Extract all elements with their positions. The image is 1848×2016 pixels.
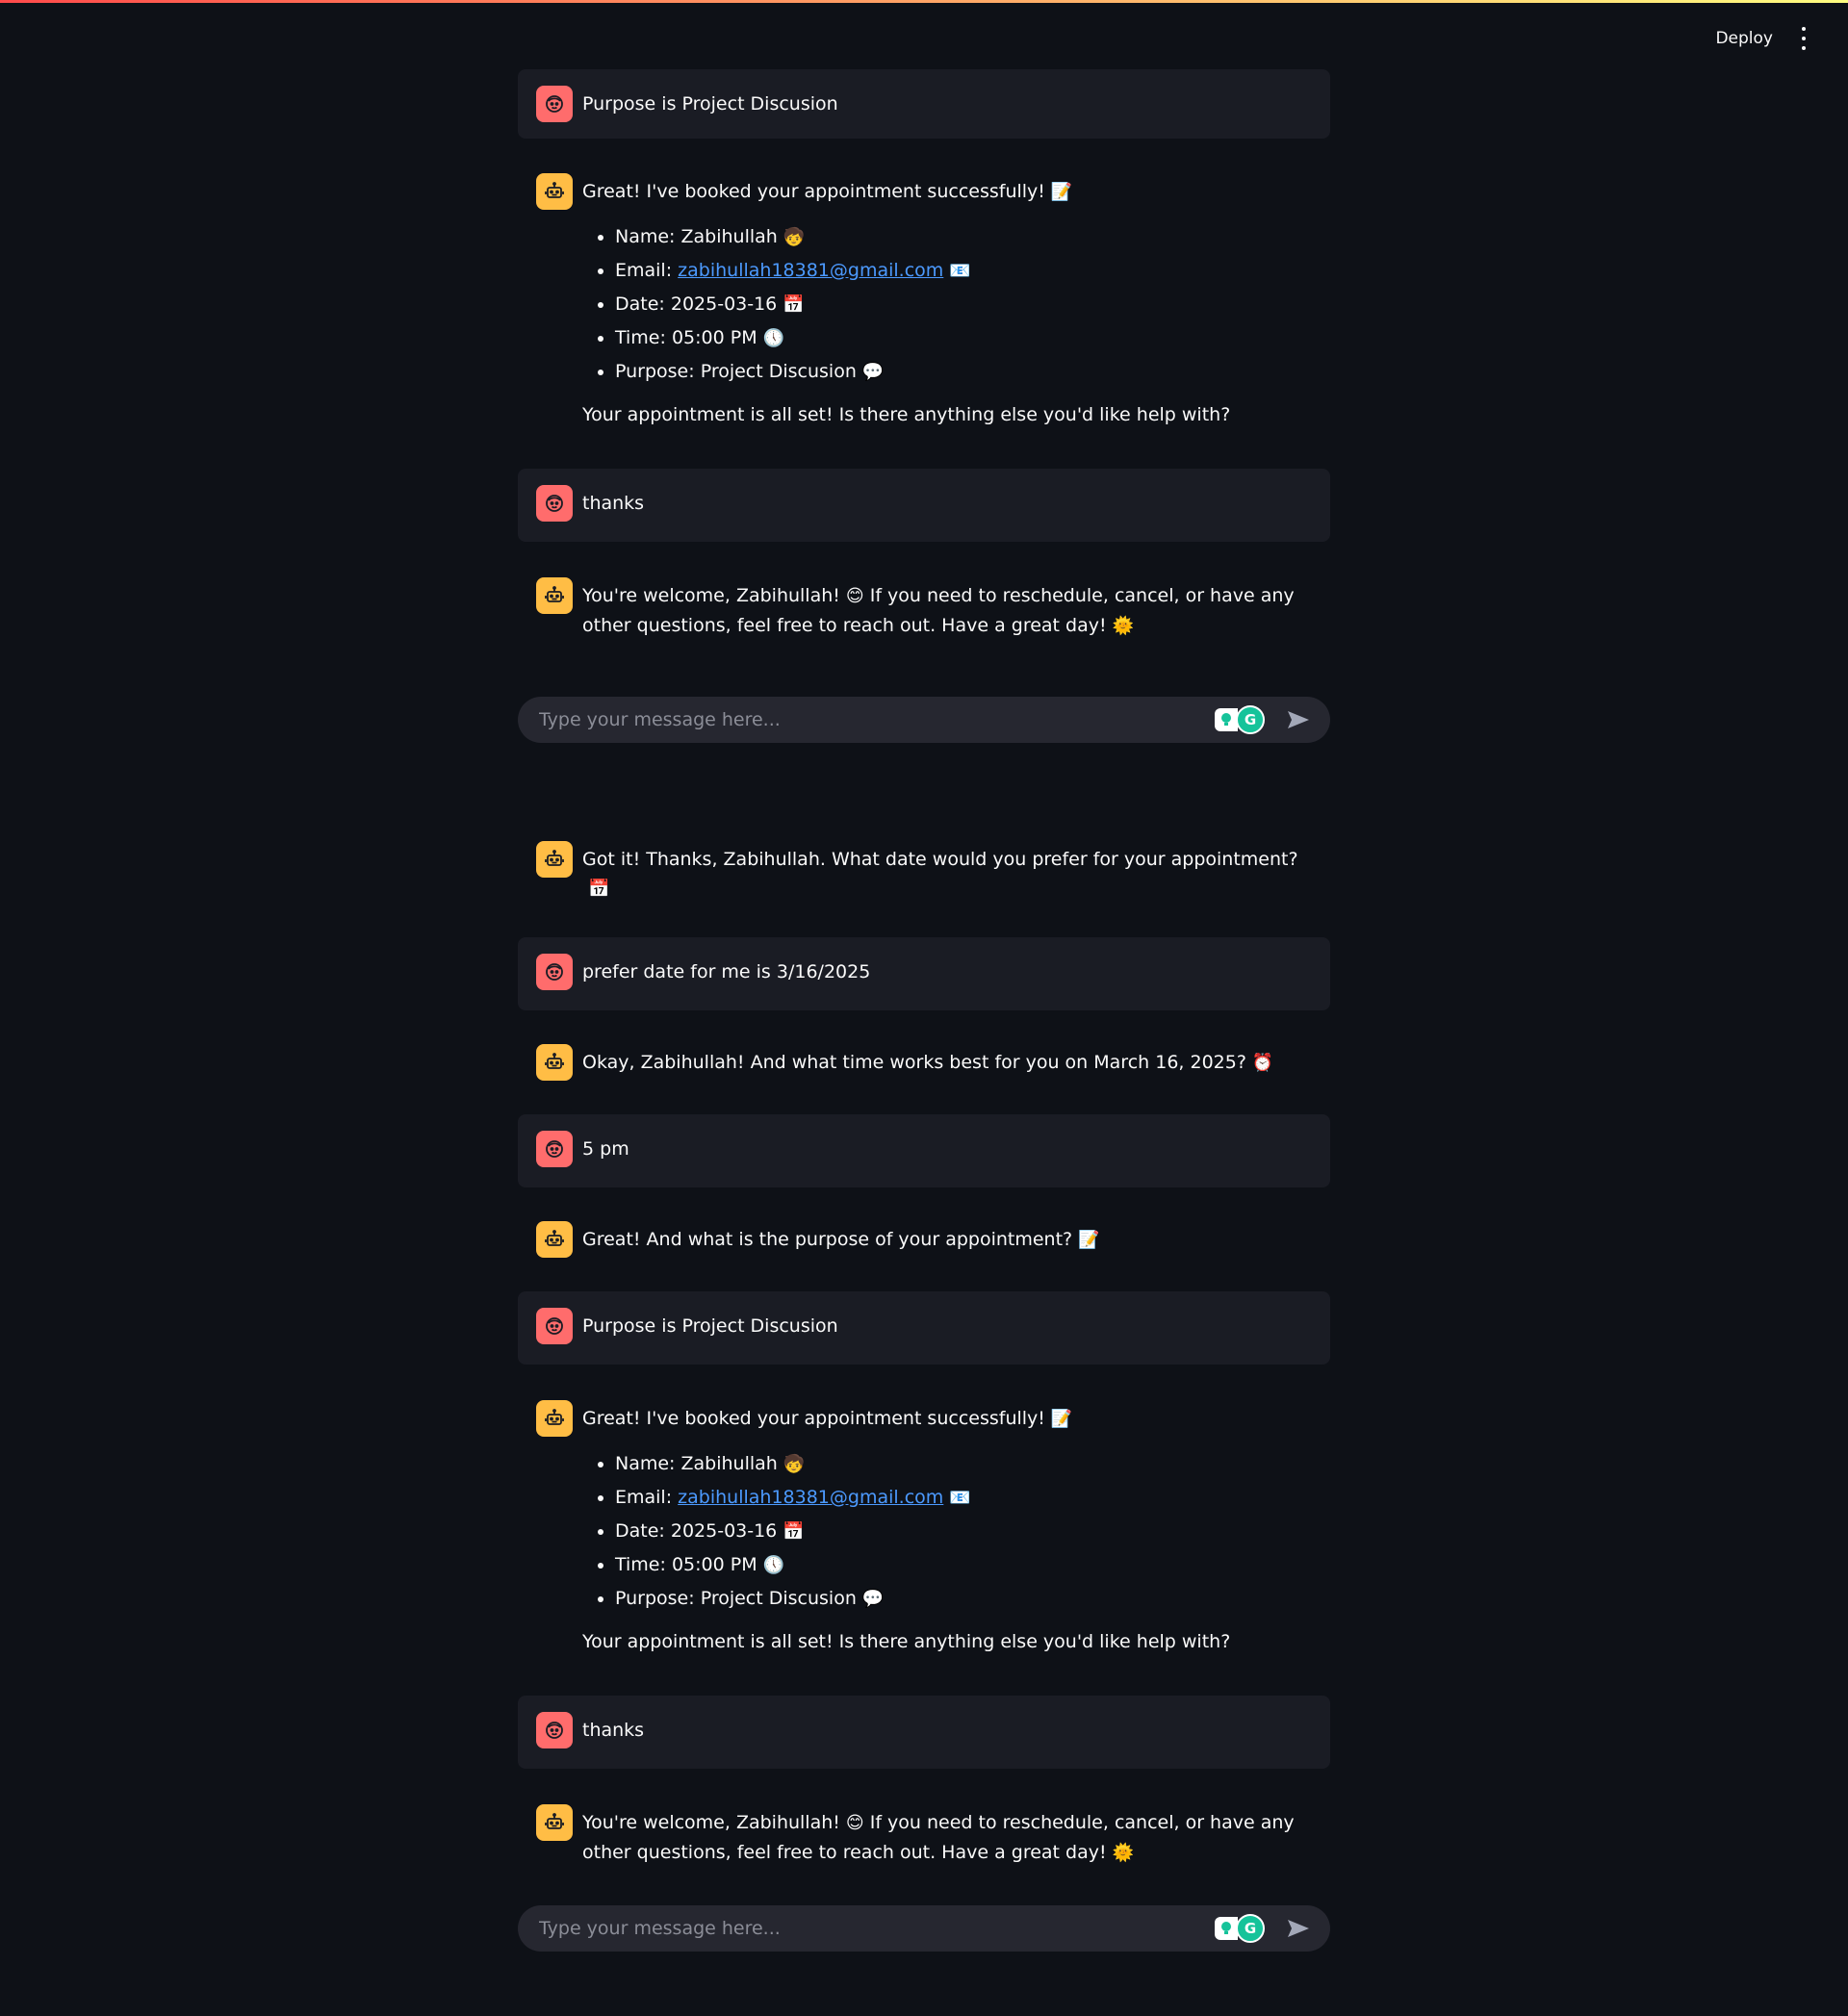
user-avatar-icon <box>536 1712 573 1748</box>
top-decoration-bar <box>0 0 1848 3</box>
message-text: Great! I've booked your appointment succ… <box>582 1408 1045 1429</box>
sun-emoji-icon: 🌞 <box>1112 616 1135 636</box>
memo-emoji-icon: 📝 <box>1078 1230 1100 1250</box>
user-message: 5 pm <box>518 1114 1330 1187</box>
email-link[interactable]: zabihullah18381@gmail.com <box>678 1487 943 1508</box>
lightbulb-icon[interactable] <box>1215 708 1238 731</box>
list-item: Time: 05:00 PM🕔 <box>615 1548 1230 1582</box>
message-text: Purpose is Project Discusion <box>582 93 838 115</box>
user-avatar-icon <box>536 86 573 122</box>
message-text: Your appointment is all set! Is there an… <box>582 1631 1231 1652</box>
person-emoji-icon: 🧒 <box>783 227 806 247</box>
user-avatar-icon <box>536 1131 573 1167</box>
assistant-message: Great! And what is the purpose of your a… <box>518 1205 1330 1274</box>
assistant-message: Okay, Zabihullah! And what time works be… <box>518 1028 1330 1097</box>
user-avatar-icon <box>536 485 573 522</box>
assistant-message: Great! I've booked your appointment succ… <box>518 1384 1330 1672</box>
message-text: thanks <box>582 1720 645 1741</box>
smile-emoji-icon: 😊 <box>845 1813 864 1833</box>
list-item: Purpose: Project Discusion💬 <box>615 1582 1230 1616</box>
list-item: Purpose: Project Discusion💬 <box>615 355 1230 389</box>
list-item: Email: zabihullah18381@gmail.com📧 <box>615 254 1230 288</box>
message-text: Okay, Zabihullah! And what time works be… <box>582 1052 1246 1073</box>
appointment-details-list: Name: Zabihullah🧒 Email: zabihullah18381… <box>582 220 1230 389</box>
alarm-clock-emoji-icon: ⏰ <box>1251 1053 1274 1073</box>
bot-avatar-icon <box>536 173 573 210</box>
bot-avatar-icon <box>536 1804 573 1841</box>
list-item: Time: 05:00 PM🕔 <box>615 321 1230 355</box>
bot-avatar-icon <box>536 1400 573 1437</box>
assistant-message: Great! I've booked your appointment succ… <box>518 157 1330 446</box>
chat-input-bar: G <box>518 1905 1330 1952</box>
message-text: You're welcome, Zabihullah! <box>582 585 840 606</box>
grammarly-widget[interactable]: G <box>1215 705 1265 734</box>
calendar-emoji-icon: 📅 <box>588 879 610 899</box>
envelope-emoji-icon: 📧 <box>949 261 971 281</box>
assistant-message: You're welcome, Zabihullah! 😊 If you need… <box>518 561 1330 657</box>
memo-emoji-icon: 📝 <box>1050 1409 1073 1429</box>
chat-history-top: Purpose is Project Discusion Great! I've… <box>518 69 1330 657</box>
message-text: Your appointment is all set! Is there an… <box>582 404 1231 425</box>
message-text: You're welcome, Zabihullah! <box>582 1812 840 1833</box>
sun-emoji-icon: 🌞 <box>1112 1843 1135 1863</box>
envelope-emoji-icon: 📧 <box>949 1488 971 1508</box>
message-text: Purpose is Project Discusion <box>582 1315 838 1337</box>
assistant-message: Got it! Thanks, Zabihullah. What date wo… <box>518 825 1330 920</box>
list-item: Email: zabihullah18381@gmail.com📧 <box>615 1481 1230 1515</box>
lightbulb-icon[interactable] <box>1215 1917 1238 1940</box>
calendar-emoji-icon: 📅 <box>783 1521 805 1542</box>
chat-input[interactable] <box>537 1917 1215 1940</box>
message-text: 5 pm <box>582 1138 629 1160</box>
person-emoji-icon: 🧒 <box>783 1454 806 1474</box>
main-menu-icon[interactable] <box>1798 27 1810 50</box>
bot-avatar-icon <box>536 841 573 878</box>
bot-avatar-icon <box>536 1221 573 1258</box>
grammarly-icon[interactable]: G <box>1236 705 1265 734</box>
deploy-button[interactable]: Deploy <box>1715 29 1773 48</box>
user-message: Purpose is Project Discusion <box>518 69 1330 139</box>
grammarly-widget[interactable]: G <box>1215 1914 1265 1943</box>
clock-emoji-icon: 🕔 <box>762 328 785 348</box>
list-item: Date: 2025-03-16📅 <box>615 1515 1230 1548</box>
list-item: Name: Zabihullah🧒 <box>615 220 1230 254</box>
user-avatar-icon <box>536 1308 573 1344</box>
memo-emoji-icon: 📝 <box>1050 182 1073 202</box>
user-message: prefer date for me is 3/16/2025 <box>518 937 1330 1010</box>
chat-history-bottom: Got it! Thanks, Zabihullah. What date wo… <box>518 825 1330 1884</box>
user-message: thanks <box>518 1696 1330 1769</box>
list-item: Date: 2025-03-16📅 <box>615 288 1230 321</box>
speech-bubble-emoji-icon: 💬 <box>861 1589 885 1609</box>
message-text: Great! I've booked your appointment succ… <box>582 181 1045 202</box>
user-message: Purpose is Project Discusion <box>518 1291 1330 1365</box>
chat-input-bar: G <box>518 697 1330 743</box>
message-text: Got it! Thanks, Zabihullah. What date wo… <box>582 849 1298 870</box>
smile-emoji-icon: 😊 <box>845 586 864 606</box>
speech-bubble-emoji-icon: 💬 <box>861 362 885 382</box>
message-text: Great! And what is the purpose of your a… <box>582 1229 1073 1250</box>
chat-input[interactable] <box>537 708 1215 731</box>
email-link[interactable]: zabihullah18381@gmail.com <box>678 260 943 281</box>
message-text: prefer date for me is 3/16/2025 <box>582 961 871 982</box>
clock-emoji-icon: 🕔 <box>762 1555 785 1575</box>
send-icon[interactable] <box>1286 1916 1311 1941</box>
appointment-details-list: Name: Zabihullah🧒 Email: zabihullah18381… <box>582 1447 1230 1616</box>
list-item: Name: Zabihullah🧒 <box>615 1447 1230 1481</box>
grammarly-icon[interactable]: G <box>1236 1914 1265 1943</box>
calendar-emoji-icon: 📅 <box>783 294 805 315</box>
user-avatar-icon <box>536 954 573 990</box>
user-message: thanks <box>518 469 1330 542</box>
bot-avatar-icon <box>536 577 573 614</box>
send-icon[interactable] <box>1286 707 1311 732</box>
assistant-message: You're welcome, Zabihullah! 😊 If you need… <box>518 1788 1330 1884</box>
bot-avatar-icon <box>536 1044 573 1081</box>
message-text: thanks <box>582 493 645 514</box>
